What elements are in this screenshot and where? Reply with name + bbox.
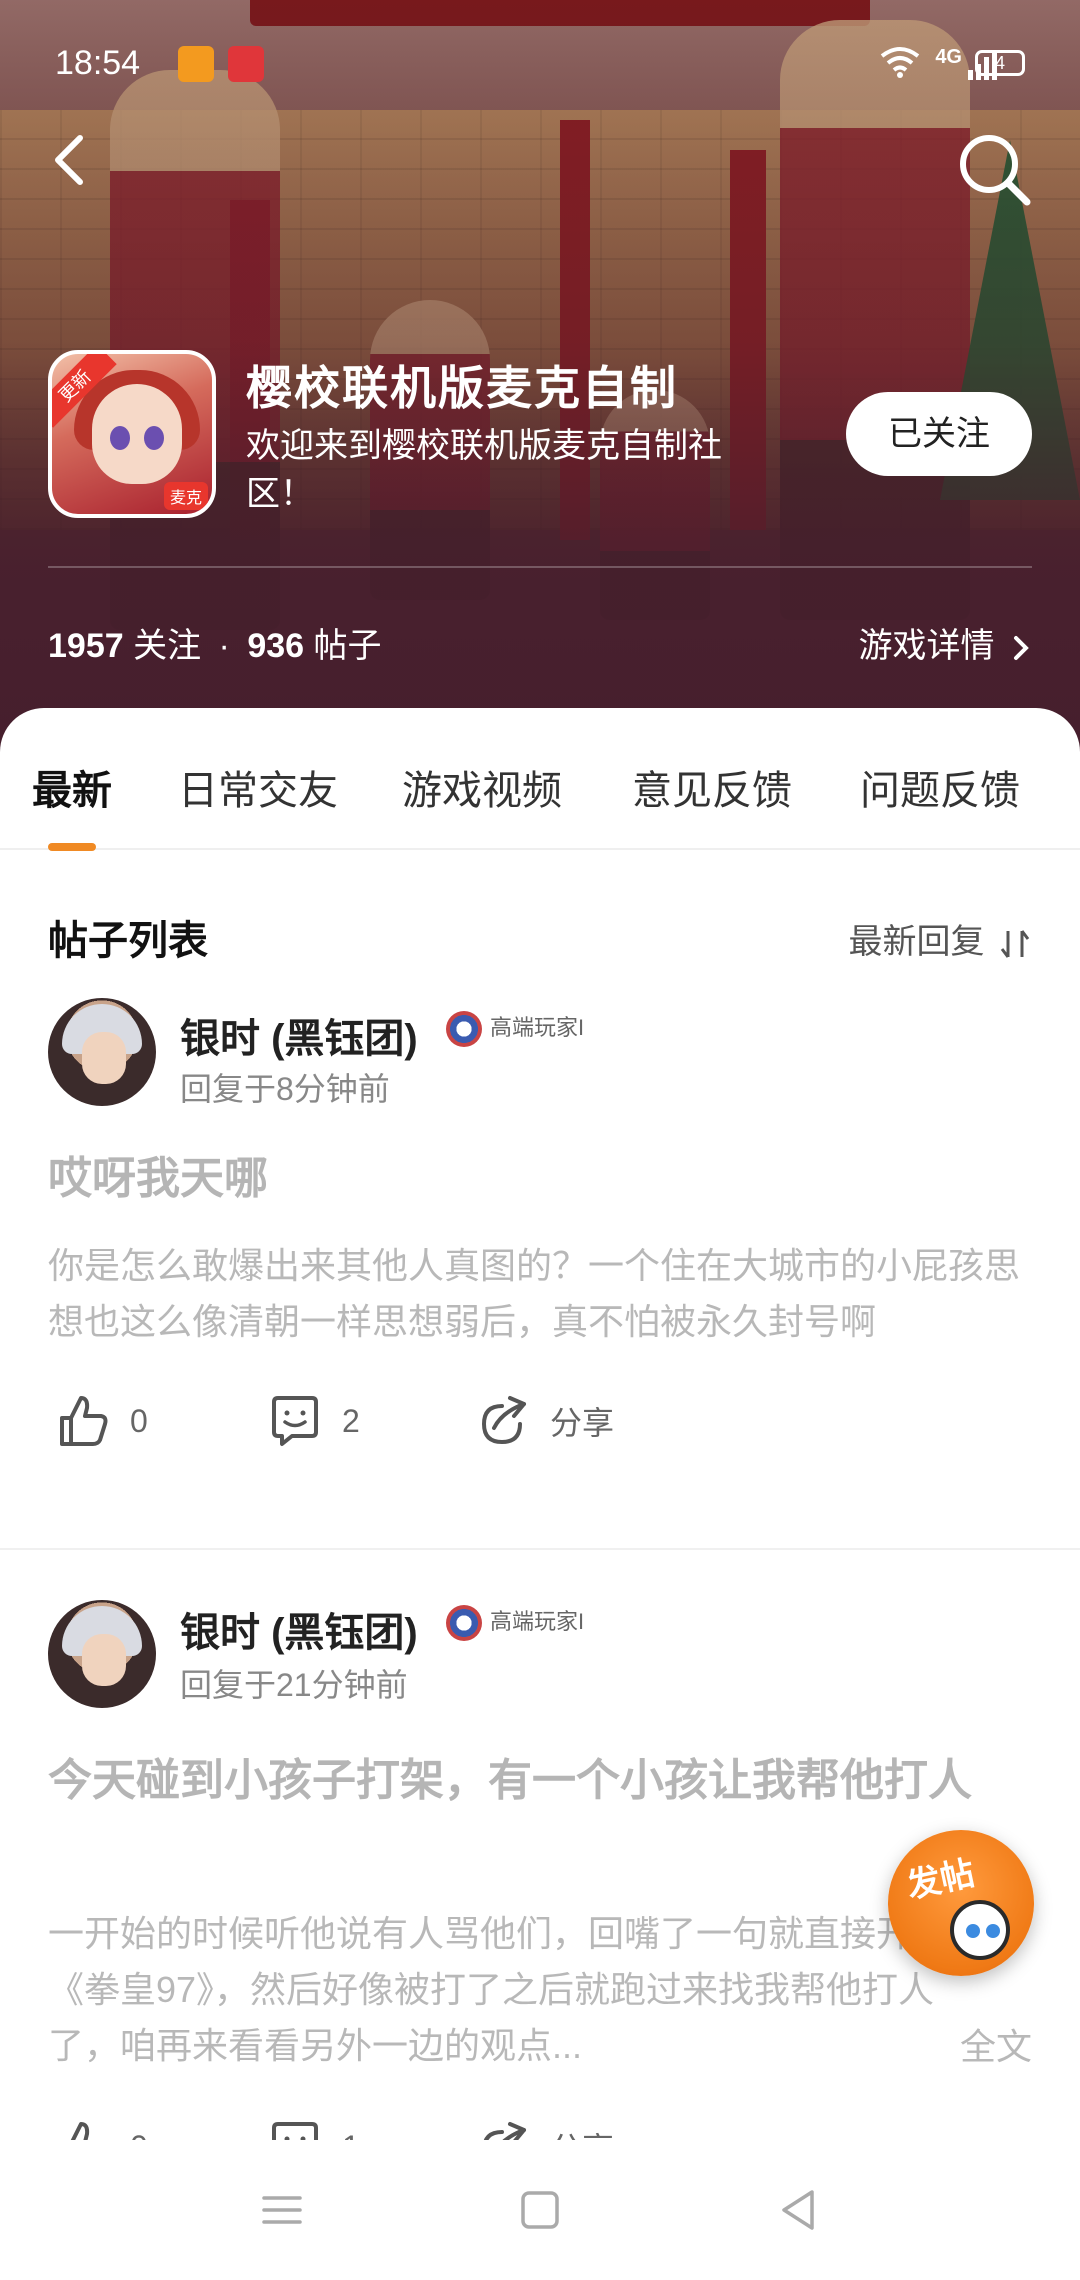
username[interactable]: 银时 (黑钰团) (180, 1006, 418, 1064)
posts-count: 936 (247, 627, 305, 665)
username[interactable]: 银时 (黑钰团) (180, 1600, 418, 1658)
level-badge-icon (446, 1011, 482, 1048)
post-title[interactable]: 哎呀我天哪 (48, 1148, 1032, 1210)
active-tab-indicator (48, 843, 96, 851)
posts-label: 帖子 (313, 627, 382, 665)
search-button[interactable] (955, 130, 1035, 210)
post-divider (0, 1548, 1080, 1550)
game-detail-link[interactable]: 游戏详情 (859, 618, 1032, 667)
followers-count: 1957 (48, 627, 124, 665)
chevron-left-icon (55, 135, 83, 185)
post-actions: 0 2 分享 (0, 1394, 1080, 1464)
reply-time: 回复于21分钟前 (180, 1667, 408, 1703)
game-description: 欢迎来到樱校联机版麦克自制社区！ (246, 427, 722, 513)
battery-icon: 4 (975, 50, 1025, 76)
level-badge-label: 高端玩家I (490, 1015, 585, 1040)
menu-nav-button[interactable] (252, 2180, 312, 2240)
post-item[interactable]: 银时 (黑钰团) 高端玩家I 回复于8分钟前 哎呀我天哪 你是怎么敢爆出来其他人… (0, 998, 1080, 1478)
network-type: 4G (935, 46, 962, 68)
system-navigation-bar (0, 2140, 1080, 2280)
tab-game-videos[interactable]: 游戏视频 (402, 758, 562, 816)
post-body[interactable]: 一开始的时候听他说有人骂他们，回嘴了一句就直接开玩《拳皇97》，然后好像被打了之… (48, 1906, 948, 2074)
user-level-badge: 高端玩家I (446, 1010, 585, 1048)
content-panel: 最新 日常交友 游戏视频 意见反馈 问题反馈 帖子列表 最新回复 银时 (黑钰团… (0, 708, 1080, 2280)
level-badge-icon (446, 1605, 482, 1642)
community-stats: 1957 关注 · 936 帖子 (48, 618, 382, 667)
sort-dropdown[interactable]: 最新回复 (849, 914, 1032, 963)
comment-count: 2 (342, 1402, 360, 1439)
comment-button[interactable]: 2 (268, 1394, 360, 1448)
notification-app-icon (228, 46, 264, 82)
follow-button[interactable]: 已关注 (846, 392, 1032, 476)
post-body[interactable]: 你是怎么敢爆出来其他人真图的？一个住在大城市的小屁孩思想也这么像清朝一样思想弱后… (48, 1238, 1032, 1350)
icon-character-eye (110, 426, 130, 450)
stats-dot: · (218, 627, 230, 665)
tab-latest[interactable]: 最新 (32, 758, 112, 816)
chevron-right-icon (1014, 636, 1029, 661)
level-badge-label: 高端玩家I (490, 1609, 585, 1634)
share-icon (481, 1396, 526, 1445)
game-detail-label: 游戏详情 (858, 627, 995, 665)
comment-icon (272, 1396, 318, 1446)
share-button[interactable]: 分享 (476, 1394, 614, 1448)
tab-suggestions[interactable]: 意见反馈 (632, 758, 792, 816)
share-label: 分享 (550, 1405, 615, 1441)
mascot-icon (950, 1900, 1010, 1960)
like-count: 0 (130, 1402, 148, 1439)
game-icon[interactable]: 更新 麦克 (48, 350, 216, 518)
back-triangle-icon (782, 2190, 814, 2230)
like-button[interactable]: 0 (56, 1394, 148, 1448)
wifi-icon (880, 46, 920, 83)
icon-character-face (92, 384, 182, 484)
avatar[interactable] (48, 1600, 156, 1708)
tab-daily-friends[interactable]: 日常交友 (178, 758, 338, 816)
category-tabs: 最新 日常交友 游戏视频 意见反馈 问题反馈 (0, 708, 1080, 851)
thumbs-up-icon (60, 1396, 108, 1446)
home-nav-button[interactable] (510, 2180, 570, 2240)
icon-character-eye (144, 426, 164, 450)
avatar-face (82, 1032, 126, 1084)
status-time: 18:54 (55, 44, 141, 82)
followers-label: 关注 (133, 627, 202, 665)
back-nav-button[interactable] (768, 2180, 828, 2240)
avatar[interactable] (48, 998, 156, 1106)
icon-tag: 麦克 (163, 482, 208, 510)
reply-time: 回复于8分钟前 (180, 1071, 390, 1107)
full-text-link[interactable]: 全文 (960, 2018, 1032, 2070)
sort-label: 最新回复 (848, 923, 985, 961)
menu-icon (262, 2196, 302, 2224)
sort-icon (1000, 930, 1030, 958)
game-title: 樱校联机版麦克自制 (246, 362, 678, 414)
create-post-label: 发帖 (903, 1854, 978, 1906)
avatar-face (82, 1634, 126, 1686)
status-bar: 18:54 4G 4 (0, 0, 1080, 130)
search-icon (960, 135, 1031, 206)
back-button[interactable] (40, 130, 100, 190)
user-level-badge: 高端玩家I (446, 1604, 585, 1642)
home-square-icon (521, 2191, 559, 2229)
header-divider (48, 566, 1032, 568)
post-title[interactable]: 今天碰到小孩子打架，有一个小孩让我帮他打人 (48, 1750, 1032, 1812)
create-post-button[interactable]: 发帖 (888, 1830, 1034, 1976)
notification-app-icon (178, 46, 214, 82)
tab-issue-feedback[interactable]: 问题反馈 (860, 758, 1020, 816)
post-list-title: 帖子列表 (48, 919, 208, 963)
